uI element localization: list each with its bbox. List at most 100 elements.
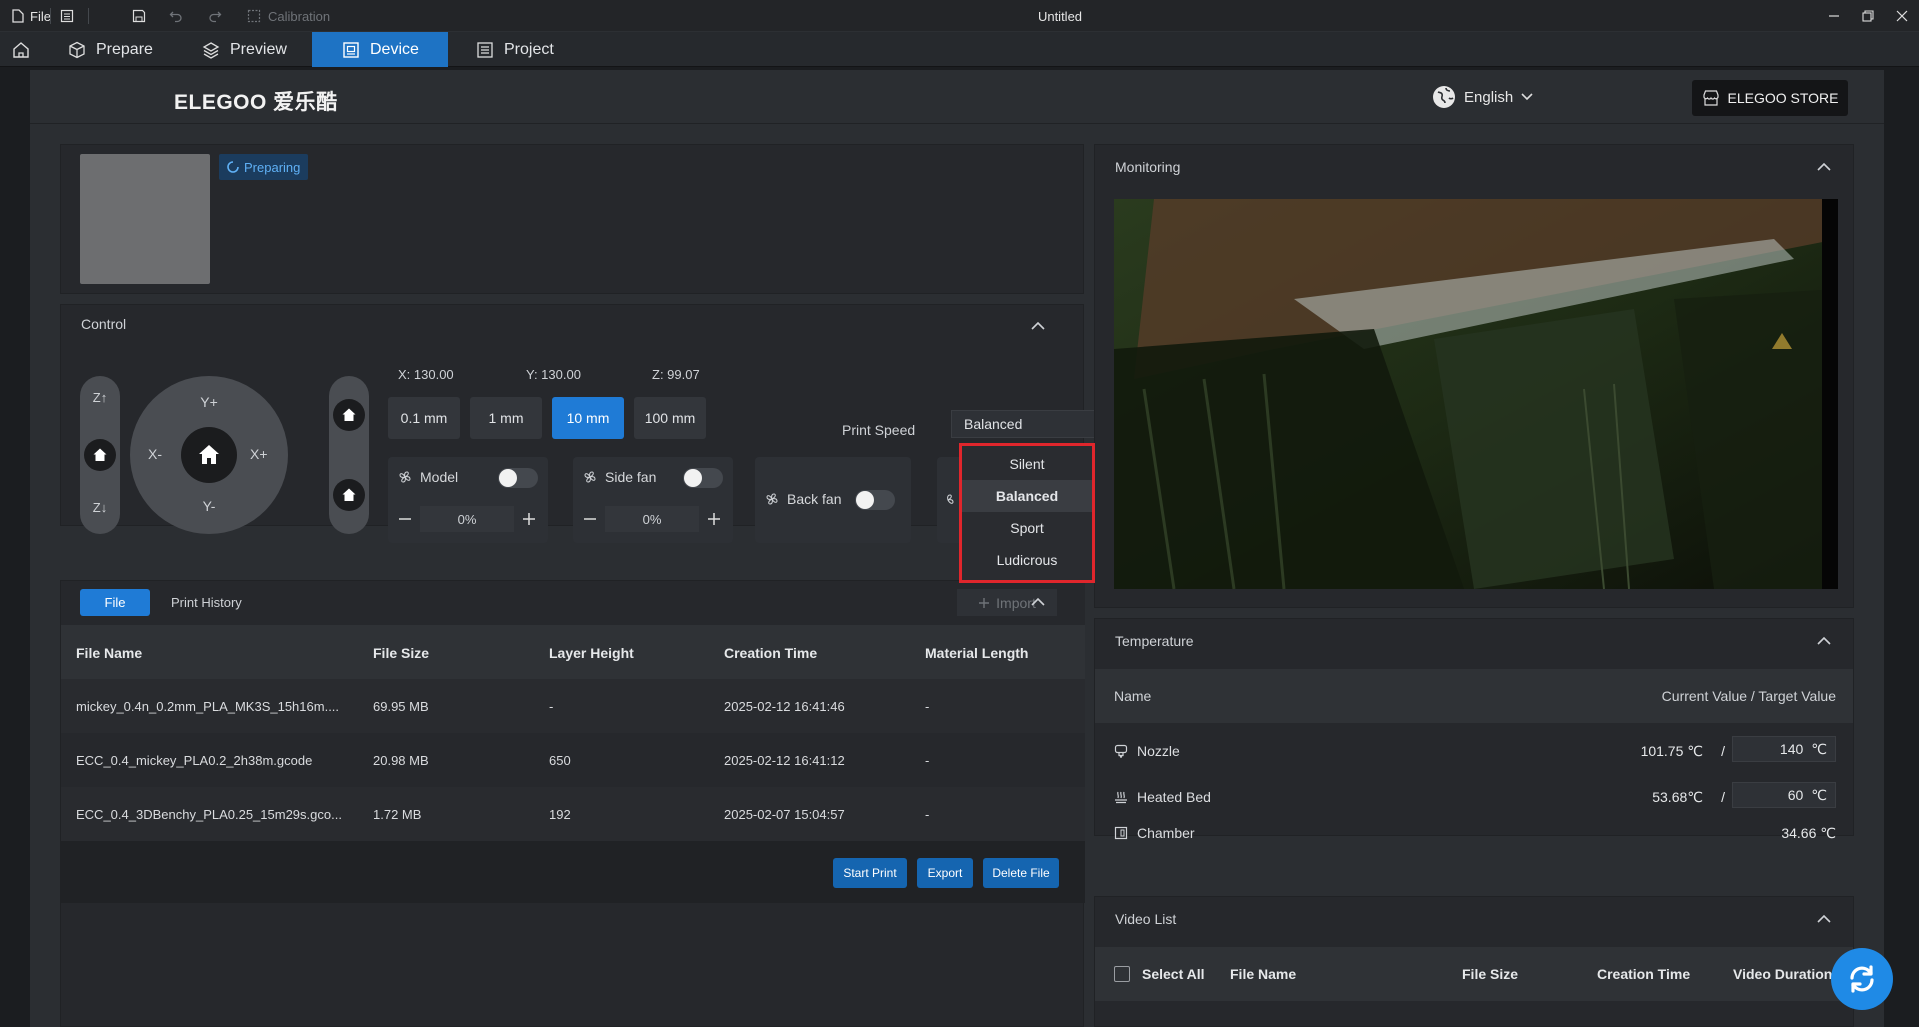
speed-option-ludicrous[interactable]: Ludicrous bbox=[962, 544, 1092, 576]
step-0-1mm-button[interactable]: 0.1 mm bbox=[388, 397, 460, 439]
chevron-up-icon[interactable] bbox=[1031, 597, 1045, 607]
minus-icon[interactable] bbox=[398, 512, 412, 526]
chamber-label: Chamber bbox=[1137, 825, 1195, 841]
menu-button[interactable] bbox=[60, 0, 74, 32]
model-fan-value[interactable]: 0% bbox=[420, 506, 514, 532]
z-up-button[interactable]: Z↑ bbox=[80, 390, 120, 405]
home-icon bbox=[13, 41, 29, 58]
refresh-button[interactable] bbox=[1831, 948, 1893, 1010]
calibration-label: Calibration bbox=[268, 8, 331, 24]
tab-preview[interactable]: Preview bbox=[188, 32, 313, 67]
x-minus-button[interactable]: X- bbox=[148, 446, 162, 462]
chevron-up-icon[interactable] bbox=[1817, 162, 1831, 172]
heated-bed-current: 53.68℃ bbox=[1652, 789, 1703, 805]
layers-icon bbox=[202, 41, 220, 59]
print-speed-dropdown: Silent Balanced Sport Ludicrous bbox=[959, 443, 1095, 583]
z-home-button[interactable] bbox=[84, 439, 116, 471]
redo-button[interactable] bbox=[208, 0, 222, 32]
calibration-menu[interactable]: Calibration bbox=[247, 0, 330, 32]
select-all[interactable]: Select All bbox=[1114, 966, 1205, 982]
chevron-up-icon[interactable] bbox=[1817, 636, 1831, 646]
store-button[interactable]: ELEGOO STORE bbox=[1692, 80, 1848, 116]
side-fan-value[interactable]: 0% bbox=[605, 506, 699, 532]
material-length: - bbox=[925, 807, 930, 822]
heated-bed-icon bbox=[1115, 791, 1127, 804]
chevron-down-icon bbox=[1521, 93, 1533, 101]
start-print-button[interactable]: Start Print bbox=[833, 858, 907, 888]
tab-preview-label: Preview bbox=[230, 40, 287, 58]
home-x-button[interactable] bbox=[333, 399, 365, 431]
close-icon bbox=[1896, 10, 1908, 22]
z-jog-control: Z↑ Z↓ bbox=[80, 376, 120, 534]
minimize-button[interactable] bbox=[1828, 0, 1840, 32]
home-y-button[interactable] bbox=[333, 479, 365, 511]
y-plus-button[interactable]: Y+ bbox=[130, 394, 288, 410]
minus-icon[interactable] bbox=[583, 512, 597, 526]
print-speed-select[interactable]: Balanced bbox=[951, 410, 1095, 438]
step-10mm-button[interactable]: 10 mm bbox=[552, 397, 624, 439]
camera-image bbox=[1114, 199, 1838, 589]
chevron-up-icon[interactable] bbox=[1031, 321, 1045, 331]
material-length: - bbox=[925, 699, 930, 714]
col-name: Name bbox=[1114, 688, 1152, 704]
undo-icon bbox=[169, 11, 182, 23]
unit: ℃ bbox=[1811, 740, 1827, 757]
loading-spinner-icon bbox=[227, 161, 239, 173]
chevron-up-icon[interactable] bbox=[1817, 914, 1831, 924]
back-fan-control: Back fan bbox=[755, 457, 911, 543]
speed-option-silent[interactable]: Silent bbox=[962, 448, 1092, 480]
step-100mm-button[interactable]: 100 mm bbox=[634, 397, 706, 439]
tab-device[interactable]: Device bbox=[312, 32, 448, 67]
file-menu[interactable]: File bbox=[12, 0, 51, 32]
nozzle-target-input[interactable]: 140 ℃ bbox=[1732, 736, 1836, 762]
globe-icon bbox=[1433, 86, 1455, 108]
tab-project[interactable]: Project bbox=[462, 32, 592, 67]
x-plus-button[interactable]: X+ bbox=[250, 446, 268, 462]
delete-file-button[interactable]: Delete File bbox=[983, 858, 1059, 888]
calibration-icon bbox=[247, 9, 261, 23]
home-icon bbox=[342, 408, 356, 421]
col-video-file-size: File Size bbox=[1462, 966, 1519, 982]
undo-button[interactable] bbox=[169, 0, 183, 32]
speed-option-sport[interactable]: Sport bbox=[962, 512, 1092, 544]
close-button[interactable] bbox=[1896, 0, 1908, 32]
home-tab[interactable] bbox=[0, 32, 40, 67]
table-row[interactable]: ECC_0.4_mickey_PLA0.2_2h38m.gcode 20.98 … bbox=[61, 733, 1085, 787]
back-fan-toggle[interactable] bbox=[855, 490, 895, 510]
home-icon bbox=[342, 488, 356, 501]
model-fan-toggle[interactable] bbox=[498, 468, 538, 488]
refresh-icon bbox=[1850, 965, 1874, 993]
xy-home-button[interactable] bbox=[181, 427, 237, 483]
step-1mm-button[interactable]: 1 mm bbox=[470, 397, 542, 439]
restore-button[interactable] bbox=[1862, 0, 1874, 32]
select-all-checkbox[interactable] bbox=[1114, 966, 1130, 982]
back-fan-label: Back fan bbox=[787, 491, 842, 507]
minimize-icon bbox=[1829, 15, 1839, 17]
plus-icon[interactable] bbox=[707, 512, 721, 526]
tab-prepare[interactable]: Prepare bbox=[54, 32, 184, 67]
control-panel: Control Z↑ Z↓ Y+ X- X+ Y- X: 130.00 Y: 1… bbox=[60, 304, 1095, 583]
table-row[interactable]: mickey_0.4n_0.2mm_PLA_MK3S_15h16m.... 69… bbox=[61, 679, 1085, 733]
col-video-creation-time: Creation Time bbox=[1597, 966, 1691, 982]
y-minus-button[interactable]: Y- bbox=[130, 498, 288, 514]
extruder-home-control bbox=[329, 376, 369, 534]
brand-header: ELEGOO 爱乐酷 English ELEGOO STORE bbox=[30, 70, 1884, 124]
select-all-label: Select All bbox=[1142, 966, 1205, 982]
file-panel-header: File Print History Import bbox=[61, 581, 1085, 625]
tab-project-label: Project bbox=[504, 40, 554, 58]
plus-icon[interactable] bbox=[522, 512, 536, 526]
heated-bed-target-input[interactable]: 60 ℃ bbox=[1732, 782, 1836, 808]
z-coordinate: Z: 99.07 bbox=[652, 367, 700, 382]
col-current-target: Current Value / Target Value bbox=[1661, 688, 1836, 704]
side-fan-toggle[interactable] bbox=[683, 468, 723, 488]
save-button[interactable] bbox=[132, 0, 146, 32]
speed-option-balanced[interactable]: Balanced bbox=[962, 480, 1092, 512]
language-selector[interactable]: English bbox=[1432, 85, 1533, 109]
export-button[interactable]: Export bbox=[917, 858, 973, 888]
layer-height: 192 bbox=[549, 807, 571, 822]
z-down-button[interactable]: Z↓ bbox=[80, 500, 120, 515]
table-row[interactable]: ECC_0.4_3DBenchy_PLA0.25_15m29s.gco... 1… bbox=[61, 787, 1085, 841]
col-creation-time: Creation Time bbox=[724, 645, 818, 661]
tab-print-history[interactable]: Print History bbox=[171, 595, 242, 610]
tab-file[interactable]: File bbox=[80, 589, 150, 616]
